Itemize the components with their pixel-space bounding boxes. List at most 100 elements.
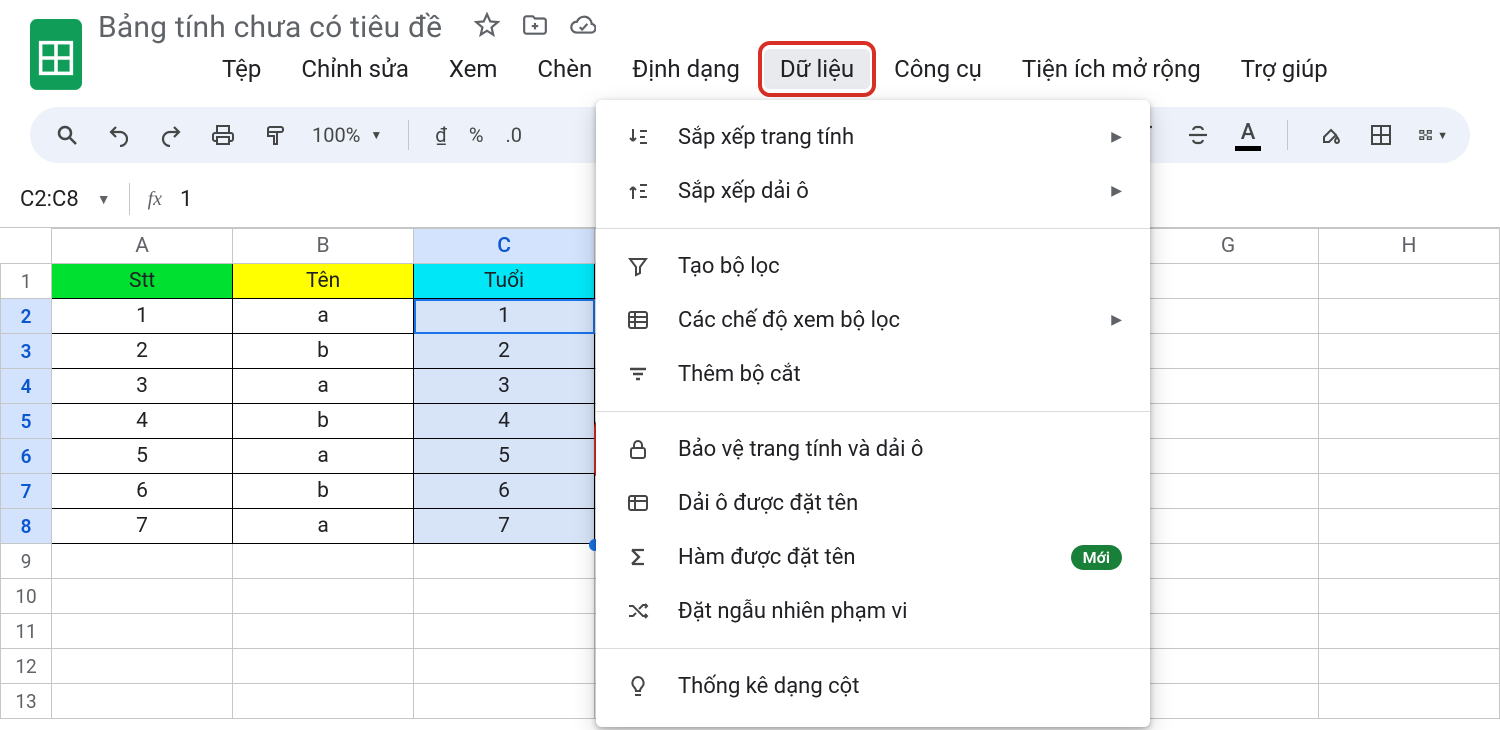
menu-tệp[interactable]: Tệp [206, 49, 277, 89]
cell[interactable] [1138, 509, 1319, 544]
cell[interactable]: Tên [233, 264, 414, 299]
cell[interactable] [1318, 649, 1499, 684]
cell[interactable]: b [233, 404, 414, 439]
menu-item-lock[interactable]: Bảo vệ trang tính và dải ô [596, 422, 1150, 476]
cell[interactable] [1318, 544, 1499, 579]
cell[interactable] [233, 614, 414, 649]
cell[interactable] [233, 544, 414, 579]
menu-tiện-ích-mở-rộng[interactable]: Tiện ích mở rộng [1006, 49, 1217, 89]
row-header[interactable]: 2 [1, 299, 52, 334]
cell[interactable]: 1 [52, 299, 233, 334]
cell[interactable]: Tuổi [414, 264, 595, 299]
row-header[interactable]: 9 [1, 544, 52, 579]
cell[interactable] [1318, 334, 1499, 369]
cell[interactable]: 4 [52, 404, 233, 439]
cell[interactable]: b [233, 334, 414, 369]
cloud-status-icon[interactable] [570, 12, 596, 43]
cell[interactable] [1318, 474, 1499, 509]
menu-item-sort-range[interactable]: Sắp xếp dải ô▶ [596, 164, 1150, 218]
row-header[interactable]: 10 [1, 579, 52, 614]
cell[interactable] [1318, 579, 1499, 614]
fill-color-button[interactable] [1314, 120, 1344, 150]
formula-bar[interactable]: 1 [180, 187, 192, 212]
cell[interactable]: a [233, 369, 414, 404]
cell[interactable] [1318, 509, 1499, 544]
cell[interactable] [52, 579, 233, 614]
merge-cells-button[interactable]: ▼ [1418, 120, 1448, 150]
cell[interactable] [1138, 439, 1319, 474]
decrease-decimal-button[interactable]: .0 [506, 123, 523, 147]
text-color-button[interactable]: A [1235, 120, 1261, 151]
cell[interactable]: a [233, 299, 414, 334]
cell[interactable]: b [233, 474, 414, 509]
cell[interactable] [414, 614, 595, 649]
menu-item-filter-views[interactable]: Các chế độ xem bộ lọc▶ [596, 293, 1150, 347]
sheets-logo[interactable] [30, 22, 82, 88]
column-header[interactable]: C [414, 229, 595, 264]
document-title[interactable]: Bảng tính chưa có tiêu đề [98, 10, 442, 45]
cell[interactable]: 5 [414, 439, 595, 474]
menu-item-sigma[interactable]: Hàm được đặt tênMới [596, 530, 1150, 584]
undo-icon[interactable] [104, 120, 134, 150]
row-header[interactable]: 11 [1, 614, 52, 649]
menu-item-filter[interactable]: Tạo bộ lọc [596, 239, 1150, 293]
cell[interactable]: 1 [414, 299, 595, 334]
cell[interactable] [1138, 334, 1319, 369]
row-header[interactable]: 5 [1, 404, 52, 439]
row-header[interactable]: 13 [1, 684, 52, 719]
move-icon[interactable] [522, 12, 548, 43]
column-header[interactable]: B [233, 229, 414, 264]
cell[interactable] [1138, 474, 1319, 509]
cell[interactable]: 7 [414, 509, 595, 544]
cell[interactable] [1318, 439, 1499, 474]
cell[interactable] [1138, 264, 1319, 299]
cell[interactable] [1318, 684, 1499, 719]
paint-format-icon[interactable] [260, 120, 290, 150]
cell[interactable] [1138, 544, 1319, 579]
column-header[interactable]: A [52, 229, 233, 264]
row-header[interactable]: 4 [1, 369, 52, 404]
menu-item-bulb[interactable]: Thống kê dạng cột [596, 659, 1150, 713]
cell[interactable] [1138, 404, 1319, 439]
menu-item-sort-sheet[interactable]: Sắp xếp trang tính▶ [596, 110, 1150, 164]
cell[interactable]: 3 [52, 369, 233, 404]
menu-trợ-giúp[interactable]: Trợ giúp [1225, 49, 1344, 89]
borders-button[interactable] [1366, 120, 1396, 150]
cell[interactable] [52, 614, 233, 649]
cell[interactable]: 2 [52, 334, 233, 369]
print-icon[interactable] [208, 120, 238, 150]
cell[interactable]: 7 [52, 509, 233, 544]
cell[interactable] [414, 649, 595, 684]
row-header[interactable]: 8 [1, 509, 52, 544]
cell[interactable]: a [233, 509, 414, 544]
row-header[interactable]: 7 [1, 474, 52, 509]
cell[interactable]: 6 [52, 474, 233, 509]
cell[interactable] [1138, 684, 1319, 719]
cell[interactable] [233, 684, 414, 719]
cell[interactable]: a [233, 439, 414, 474]
cell[interactable] [414, 684, 595, 719]
column-header[interactable]: H [1318, 229, 1499, 264]
menu-item-slicer[interactable]: Thêm bộ cắt [596, 347, 1150, 401]
zoom-select[interactable]: 100%▼ [312, 123, 382, 147]
menu-item-named-range[interactable]: Dải ô được đặt tên [596, 476, 1150, 530]
menu-item-shuffle[interactable]: Đặt ngẫu nhiên phạm vi [596, 584, 1150, 638]
cell[interactable]: 5 [52, 439, 233, 474]
menu-chỉnh-sửa[interactable]: Chỉnh sửa [285, 49, 425, 89]
menu-xem[interactable]: Xem [433, 49, 514, 89]
cell[interactable] [1318, 299, 1499, 334]
cell[interactable] [1138, 649, 1319, 684]
cell[interactable] [414, 544, 595, 579]
cell[interactable] [1138, 369, 1319, 404]
cell[interactable] [1318, 614, 1499, 649]
redo-icon[interactable] [156, 120, 186, 150]
cell[interactable]: 2 [414, 334, 595, 369]
cell[interactable] [52, 544, 233, 579]
cell[interactable] [1318, 404, 1499, 439]
cell[interactable] [233, 649, 414, 684]
cell[interactable]: Stt [52, 264, 233, 299]
cell[interactable] [414, 579, 595, 614]
menu-định-dạng[interactable]: Định dạng [616, 49, 756, 89]
row-header[interactable]: 1 [1, 264, 52, 299]
column-header[interactable]: G [1138, 229, 1319, 264]
